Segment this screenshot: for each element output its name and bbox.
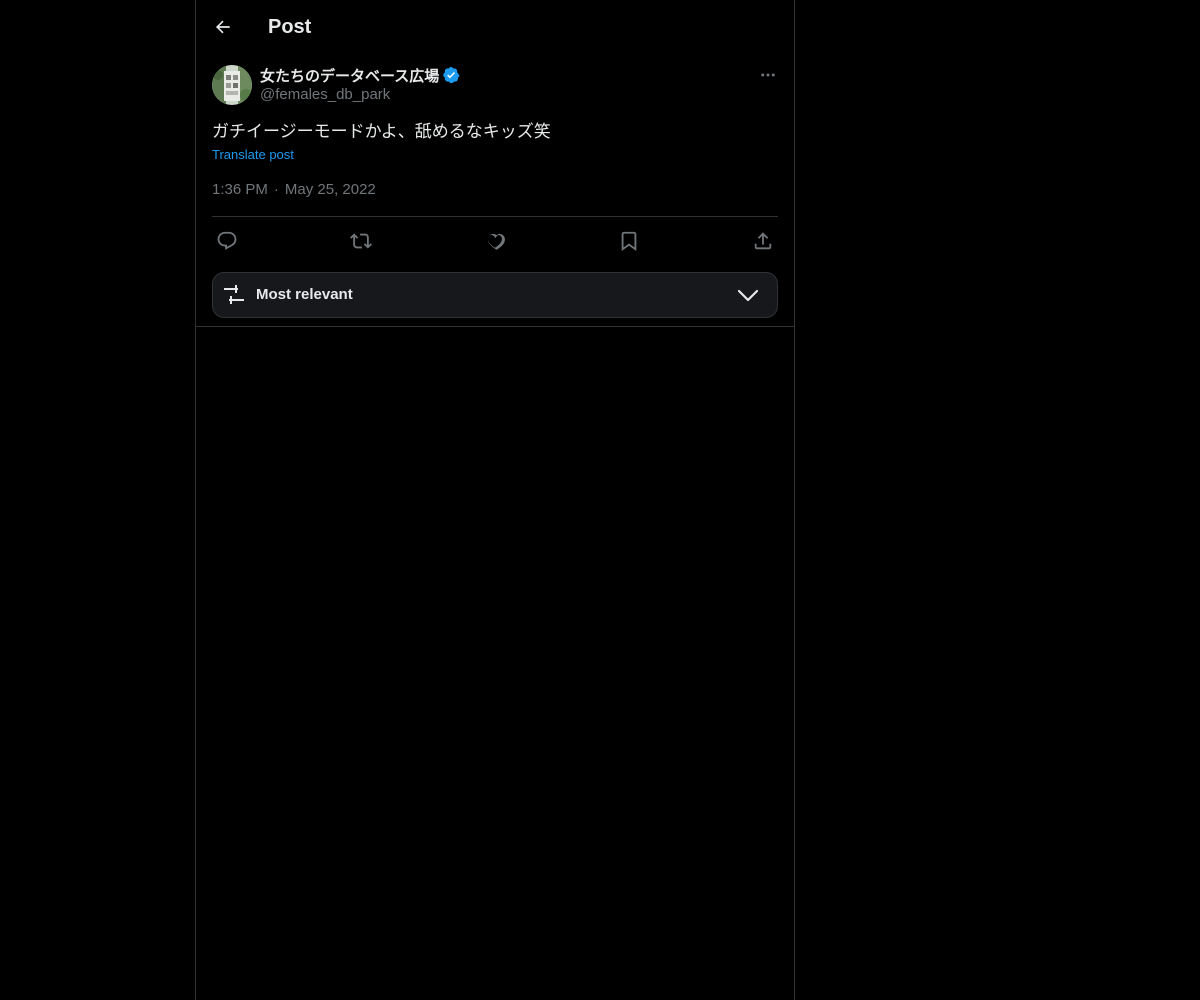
verified-badge-icon[interactable] — [442, 66, 460, 84]
translate-post-link[interactable]: Translate post — [212, 147, 294, 163]
main-column: Post 女たちのデータベース広場 @females_db_park ガチイージ… — [195, 0, 795, 1000]
more-options-button[interactable] — [758, 64, 778, 86]
bookmark-button[interactable] — [614, 226, 644, 256]
post-actions — [212, 226, 778, 256]
post: 女たちのデータベース広場 @females_db_park ガチイージーモードか… — [212, 64, 778, 198]
post-time[interactable]: 1:36 PM — [212, 180, 268, 200]
arrow-left-icon — [215, 20, 230, 34]
chevron-down-icon — [737, 289, 759, 302]
meta-separator: · — [273, 181, 279, 198]
bookmark-icon — [621, 231, 637, 252]
page-title: Post — [268, 16, 312, 38]
page-header: Post — [196, 0, 794, 53]
divider — [212, 216, 778, 217]
repost-icon — [350, 233, 372, 249]
back-button[interactable] — [206, 10, 240, 44]
sliders-icon — [224, 285, 244, 304]
share-button[interactable] — [748, 226, 778, 256]
section-divider — [196, 326, 794, 327]
heart-icon — [488, 233, 505, 250]
sort-label: Most relevant — [256, 286, 353, 303]
author-handle[interactable]: @females_db_park — [260, 85, 460, 105]
reply-icon — [217, 231, 237, 250]
post-date[interactable]: May 25, 2022 — [285, 180, 376, 200]
post-timestamp: 1:36 PM · May 25, 2022 — [212, 180, 376, 200]
author-info: 女たちのデータベース広場 @females_db_park — [260, 65, 460, 105]
more-horizontal-icon — [761, 73, 775, 77]
author-display-name[interactable]: 女たちのデータベース広場 — [260, 65, 439, 86]
share-icon — [754, 232, 772, 250]
repost-button[interactable] — [346, 226, 376, 256]
avatar[interactable] — [212, 65, 252, 105]
replies-sort-dropdown[interactable]: Most relevant — [212, 272, 778, 318]
avatar-image — [212, 65, 252, 105]
reply-button[interactable] — [212, 226, 242, 256]
post-text: ガチイージーモードかよ、舐めるなキッズ笑 — [212, 122, 551, 142]
author-row: 女たちのデータベース広場 @females_db_park — [212, 64, 778, 106]
like-button[interactable] — [480, 226, 510, 256]
display-name-row: 女たちのデータベース広場 — [260, 65, 460, 85]
